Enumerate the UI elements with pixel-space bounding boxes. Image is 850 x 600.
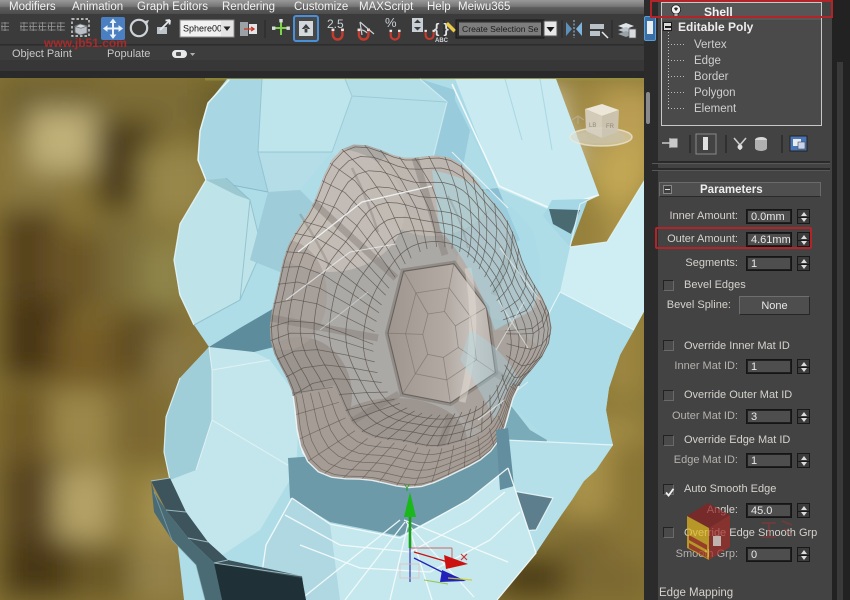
svg-text:Y: Y (404, 483, 410, 493)
svg-text:Sphere00: Sphere00 (183, 24, 222, 34)
svg-text:%: % (385, 15, 397, 30)
svg-text:LB: LB (589, 123, 596, 129)
svg-text:Create Selection Se: Create Selection Se (462, 24, 539, 34)
svg-text:FR: FR (606, 124, 615, 130)
svg-text:ABC: ABC (435, 38, 449, 44)
svg-text:{ }: { } (434, 20, 449, 36)
